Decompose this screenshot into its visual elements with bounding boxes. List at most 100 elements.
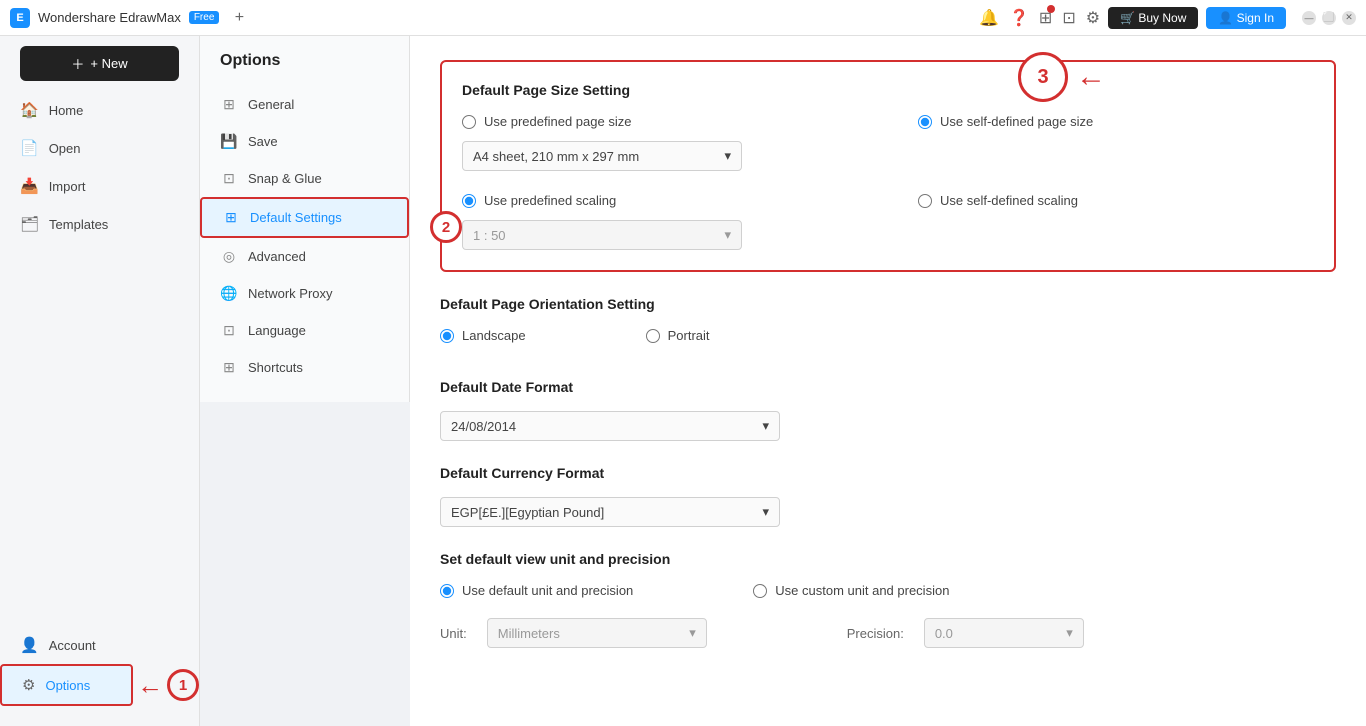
- selfdefined-scaling-radio-row: Use self-defined scaling: [918, 193, 1314, 208]
- currency-title: Default Currency Format: [440, 465, 1336, 481]
- orientation-section: Default Page Orientation Setting Landsca…: [440, 296, 1336, 355]
- option-item-general[interactable]: ⊞ General: [200, 86, 409, 123]
- sidebar-label-templates: Templates: [49, 217, 108, 232]
- import-icon: 📥: [20, 177, 39, 195]
- window-controls: — ⬜ ✕: [1302, 11, 1356, 25]
- date-format-dropdown[interactable]: 24/08/2014 ▾: [440, 411, 780, 441]
- date-dropdown-arrow: ▾: [762, 418, 769, 434]
- content-area: Default Page Size Setting Use predefined…: [410, 36, 1366, 726]
- open-icon: 📄: [20, 139, 39, 157]
- sidebar-label-account: Account: [49, 638, 96, 653]
- currency-dropdown[interactable]: EGP[£E.][Egyptian Pound] ▾: [440, 497, 780, 527]
- options-sidebar: Options ⊞ General 💾 Save ⊡ Snap & Glue ⊞…: [200, 36, 410, 402]
- grid-icon[interactable]: ⊞: [1039, 8, 1052, 28]
- templates-icon: 🗂: [20, 215, 39, 233]
- sidebar-item-options[interactable]: ⚙ Options: [0, 664, 133, 706]
- sidebar-item-account[interactable]: 👤 Account: [0, 626, 199, 664]
- language-icon: ⊡: [220, 322, 238, 339]
- predefined-page-label: Use predefined page size: [484, 114, 631, 129]
- save-icon: 💾: [220, 133, 238, 150]
- app-logo: E: [10, 8, 30, 28]
- predefined-scaling-radio[interactable]: [462, 194, 476, 208]
- selfdefined-scaling-radio[interactable]: [918, 194, 932, 208]
- annotation-arrow-3: ←: [1076, 62, 1106, 92]
- title-bar: E Wondershare EdrawMax Free + 🔔 ❓ ⊞ ⊡ ⚙ …: [0, 0, 1366, 36]
- sidebar-label-options: Options: [45, 678, 90, 693]
- currency-dropdown-arrow: ▾: [762, 504, 769, 520]
- minimize-button[interactable]: —: [1302, 11, 1316, 25]
- selfdefined-scaling-label: Use self-defined scaling: [940, 193, 1078, 208]
- unit-precision-row: Unit: Millimeters ▾ Precision: 0.0 ▾: [440, 618, 1336, 648]
- currency-section: Default Currency Format EGP[£E.][Egyptia…: [440, 465, 1336, 527]
- landscape-label: Landscape: [462, 328, 526, 343]
- shortcuts-icon: ⊞: [220, 359, 238, 376]
- close-button[interactable]: ✕: [1342, 11, 1356, 25]
- date-format-title: Default Date Format: [440, 379, 1336, 395]
- maximize-button[interactable]: ⬜: [1322, 11, 1336, 25]
- predefined-page-radio[interactable]: [462, 115, 476, 129]
- portrait-radio[interactable]: [646, 329, 660, 343]
- scaling-dropdown-arrow: ▾: [724, 227, 731, 243]
- page-size-dropdown[interactable]: A4 sheet, 210 mm x 297 mm ▾: [462, 141, 742, 171]
- unit-label: Unit:: [440, 626, 467, 641]
- option-item-defaultsettings[interactable]: ⊞ Default Settings: [200, 197, 409, 238]
- options-row: ⚙ Options ← 1: [0, 664, 199, 706]
- help-icon[interactable]: ❓: [1009, 8, 1029, 28]
- default-settings-wrapper: ⊞ Default Settings ↑: [200, 197, 409, 238]
- page-size-dropdown-row: A4 sheet, 210 mm x 297 mm ▾: [462, 141, 858, 171]
- sidebar: ＋ + New 🏠 Home 📄 Open 📥 Import 🗂 Templat…: [0, 36, 200, 726]
- date-format-section: Default Date Format 24/08/2014 ▾: [440, 379, 1336, 441]
- sidebar-item-open[interactable]: 📄 Open: [0, 129, 199, 167]
- unit-section: Set default view unit and precision Use …: [440, 551, 1336, 648]
- custom-unit-radio[interactable]: [753, 584, 767, 598]
- sidebar-label-open: Open: [49, 141, 81, 156]
- sidebar-item-templates[interactable]: 🗂 Templates: [0, 205, 199, 243]
- title-bar-left: E Wondershare EdrawMax Free +: [10, 6, 251, 30]
- option-item-networkproxy[interactable]: 🌐 Network Proxy: [200, 275, 409, 312]
- buy-now-button[interactable]: 🛒 Buy Now: [1108, 7, 1198, 29]
- unit-dropdown-arrow: ▾: [689, 625, 696, 641]
- option-item-shortcuts[interactable]: ⊞ Shortcuts: [200, 349, 409, 386]
- add-tab-button[interactable]: +: [227, 6, 251, 30]
- precision-dropdown[interactable]: 0.0 ▾: [924, 618, 1084, 648]
- home-icon: 🏠: [20, 101, 39, 119]
- option-item-advanced[interactable]: ◎ Advanced: [200, 238, 409, 275]
- sidebar-label-home: Home: [49, 103, 84, 118]
- selfdefined-page-radio[interactable]: [918, 115, 932, 129]
- default-unit-radio[interactable]: [440, 584, 454, 598]
- page-size-title: Default Page Size Setting: [462, 82, 1314, 98]
- new-button[interactable]: ＋ + New: [20, 46, 179, 81]
- free-badge: Free: [189, 11, 220, 24]
- precision-dropdown-arrow: ▾: [1066, 625, 1073, 641]
- scaling-dropdown[interactable]: 1 : 50 ▾: [462, 220, 742, 250]
- selfdefined-page-radio-row: Use self-defined page size: [918, 114, 1314, 129]
- advanced-icon: ◎: [220, 248, 238, 265]
- settings-icon[interactable]: ⚙: [1086, 8, 1100, 28]
- sidebar-bottom: 👤 Account ⚙ Options ← 1: [0, 616, 199, 716]
- account-icon: 👤: [20, 636, 39, 654]
- title-bar-right: 🔔 ❓ ⊞ ⊡ ⚙ 🛒 Buy Now 👤 Sign In — ⬜ ✕: [979, 7, 1356, 29]
- selfdefined-page-label: Use self-defined page size: [940, 114, 1093, 129]
- predefined-scaling-radio-row: Use predefined scaling: [462, 193, 858, 208]
- defaultsettings-icon: ⊞: [222, 209, 240, 226]
- page-size-radios: Use predefined page size A4 sheet, 210 m…: [462, 114, 1314, 185]
- main-layout: ＋ + New 🏠 Home 📄 Open 📥 Import 🗂 Templat…: [0, 36, 1366, 726]
- predefined-page-radio-row: Use predefined page size: [462, 114, 858, 129]
- orientation-title: Default Page Orientation Setting: [440, 296, 1336, 312]
- sidebar-item-home[interactable]: 🏠 Home: [0, 91, 199, 129]
- option-item-language[interactable]: ⊡ Language: [200, 312, 409, 349]
- unit-dropdown[interactable]: Millimeters ▾: [487, 618, 707, 648]
- landscape-radio[interactable]: [440, 329, 454, 343]
- notification-icon[interactable]: 🔔: [979, 8, 999, 28]
- sign-in-button[interactable]: 👤 Sign In: [1206, 7, 1286, 29]
- annotation-circle-2: 2: [430, 211, 462, 243]
- sidebar-top: ＋ + New 🏠 Home 📄 Open 📥 Import 🗂 Templat…: [0, 46, 199, 243]
- option-item-snapglue[interactable]: ⊡ Snap & Glue: [200, 160, 409, 197]
- snapglue-icon: ⊡: [220, 170, 238, 187]
- scaling-row: Use predefined scaling 1 : 50 ▾ Use self…: [462, 193, 1314, 250]
- annotation-circle-1: 1: [167, 669, 199, 701]
- option-item-save[interactable]: 💾 Save: [200, 123, 409, 160]
- precision-label: Precision:: [847, 626, 904, 641]
- sidebar-item-import[interactable]: 📥 Import: [0, 167, 199, 205]
- share-icon[interactable]: ⊡: [1062, 8, 1075, 28]
